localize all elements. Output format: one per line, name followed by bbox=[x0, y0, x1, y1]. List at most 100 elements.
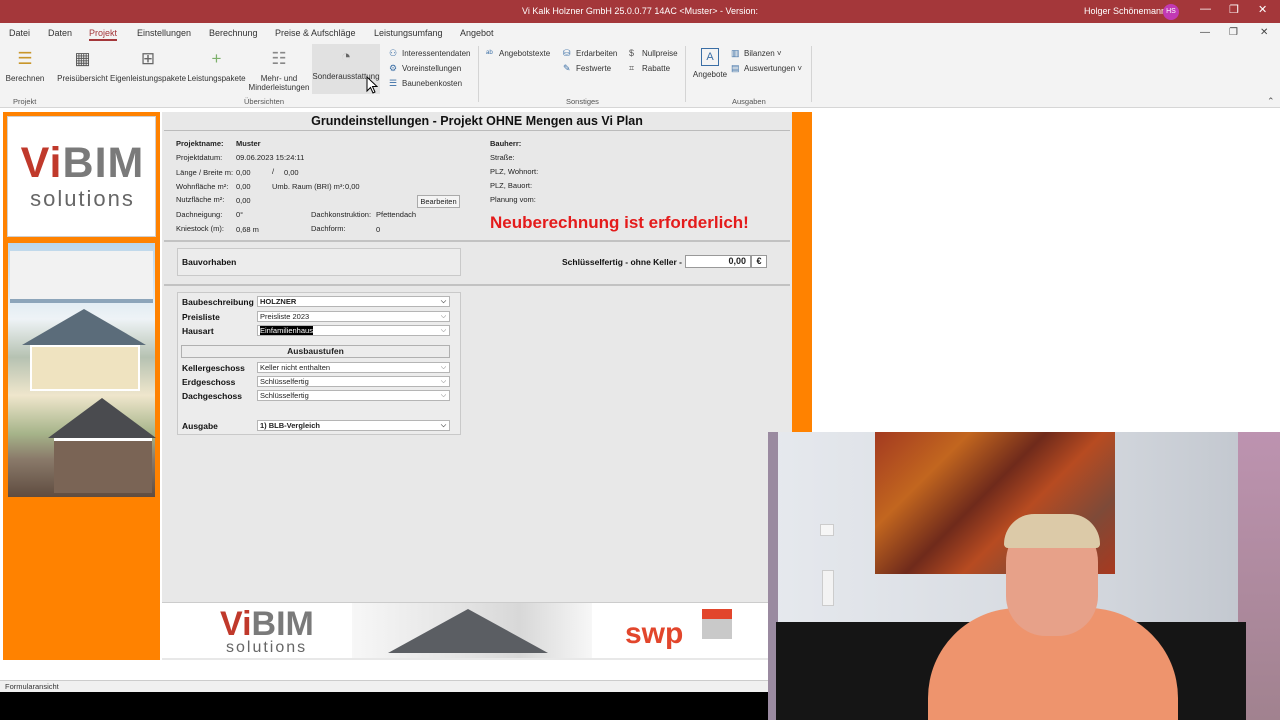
hausart-dropdown[interactable]: Einfamilienhaus ⌵ bbox=[257, 325, 450, 336]
hausart-label: Hausart bbox=[182, 326, 214, 336]
kellergeschoss-dropdown[interactable]: Keller nicht enthalten ⌵ bbox=[257, 362, 450, 373]
preisuebersicht-button[interactable]: ▦ Preisübersicht bbox=[56, 46, 109, 94]
erdgeschoss-dropdown[interactable]: Schlüsselfertig ⌵ bbox=[257, 376, 450, 387]
avatar[interactable]: HS bbox=[1163, 4, 1179, 20]
discount-icon: ⌗ bbox=[629, 63, 635, 73]
chevron-down-icon: ⌵ bbox=[440, 313, 447, 320]
auswertungen-button[interactable]: ▤ Auswertungen ˅ bbox=[731, 63, 802, 74]
wooden-house-image bbox=[54, 438, 152, 493]
group-label-ausgaben: Ausgaben bbox=[732, 97, 766, 106]
baubeschreibung-dropdown[interactable]: HOLZNER ⌵ bbox=[257, 296, 450, 307]
laenge-value: 0,00 bbox=[236, 168, 251, 177]
doc-restore-button[interactable]: ❐ bbox=[1229, 27, 1238, 38]
collapse-ribbon-icon[interactable]: ⌃ bbox=[1267, 96, 1275, 107]
menu-daten[interactable]: Daten bbox=[48, 28, 72, 38]
swp-cube-icon bbox=[702, 609, 732, 639]
window-minimize-button[interactable]: — bbox=[1200, 3, 1211, 15]
menu-leistungsumfang[interactable]: Leistungsumfang bbox=[374, 28, 443, 38]
baubeschreibung-value: HOLZNER bbox=[260, 297, 297, 306]
window-titlebar: Vi Kalk Holzner GmbH 25.0.0.77 14AC <Mus… bbox=[0, 0, 1280, 23]
houses-image bbox=[8, 243, 156, 497]
eigenleistungspakete-button[interactable]: ⊞ Eigenleistungspakete bbox=[110, 46, 186, 94]
interessentendaten-label: Interessentendaten bbox=[402, 49, 471, 58]
logo-vi: Vi bbox=[20, 139, 63, 187]
plus-icon: + bbox=[211, 49, 222, 68]
window-close-button[interactable]: ✕ bbox=[1258, 3, 1267, 16]
plz-wohnort-label: PLZ, Wohnort: bbox=[490, 167, 539, 176]
kellergeschoss-label: Kellergeschoss bbox=[182, 363, 245, 373]
leistungspakete-button[interactable]: + Leistungspakete bbox=[187, 46, 246, 94]
menu-einstellungen[interactable]: Einstellungen bbox=[137, 28, 191, 38]
interessentendaten-button[interactable]: ⚇ Interessentendaten bbox=[389, 48, 471, 59]
user-name[interactable]: Holger Schönemann bbox=[1084, 6, 1166, 16]
chevron-down-icon: ⌵ bbox=[440, 422, 447, 429]
baunebenkosten-button[interactable]: ☰ Baunebenkosten bbox=[389, 78, 462, 89]
menu-angebot[interactable]: Angebot bbox=[460, 28, 494, 38]
menu-datei[interactable]: Datei bbox=[9, 28, 30, 38]
doc-minimize-button[interactable]: — bbox=[1200, 27, 1210, 38]
angebotstexte-button[interactable]: ᵃᵇ Angebotstexte bbox=[486, 48, 550, 58]
berechnen-label: Berechnen bbox=[5, 74, 45, 83]
dachkonstruktion-label: Dachkonstruktion: bbox=[311, 210, 372, 219]
wooden-house-roof-image bbox=[48, 398, 156, 438]
chart-icon: ▥ bbox=[731, 48, 740, 58]
menu-berechnung[interactable]: Berechnung bbox=[209, 28, 258, 38]
status-view-label: Formularansicht bbox=[5, 682, 59, 691]
menu-preise[interactable]: Preise & Aufschläge bbox=[275, 28, 356, 38]
ausbaustufen-header: Ausbaustufen bbox=[181, 345, 450, 358]
bilanzen-button[interactable]: ▥ Bilanzen ˅ bbox=[731, 48, 782, 59]
baubeschreibung-label: Baubeschreibung bbox=[182, 297, 254, 307]
voreinstellungen-label: Voreinstellungen bbox=[402, 64, 462, 73]
preisliste-dropdown[interactable]: Preisliste 2023 ⌵ bbox=[257, 311, 450, 322]
rabatte-button[interactable]: ⌗ Rabatte bbox=[629, 63, 670, 74]
grid-table-icon: ⊞ bbox=[140, 49, 156, 68]
bilanzen-label: Bilanzen ˅ bbox=[744, 49, 782, 58]
projektdatum-value: 09.06.2023 15:24:11 bbox=[236, 153, 305, 162]
dachkonstruktion-value: Pfettendach bbox=[376, 210, 417, 219]
divider bbox=[164, 240, 790, 242]
menu-projekt[interactable]: Projekt bbox=[89, 28, 118, 41]
webcam-light-switch bbox=[820, 524, 834, 536]
ausgabe-dropdown[interactable]: 1) BLB-Vergleich ⌵ bbox=[257, 420, 450, 431]
erdarbeiten-button[interactable]: ⛁ Erdarbeiten bbox=[563, 48, 617, 59]
ausgabe-value: 1) BLB-Vergleich bbox=[260, 421, 321, 430]
logo-solutions: solutions bbox=[30, 186, 135, 211]
dachgeschoss-value: Schlüsselfertig bbox=[260, 391, 309, 400]
ribbon-separator bbox=[685, 46, 686, 102]
chevron-down-icon: ⌵ bbox=[440, 392, 447, 399]
nutzflaeche-value: 0,00 bbox=[236, 196, 251, 205]
window-restore-button[interactable]: ❐ bbox=[1229, 3, 1239, 16]
mouse-cursor-icon bbox=[366, 76, 378, 94]
form-title: Grundeinstellungen - Projekt OHNE Mengen… bbox=[311, 114, 643, 128]
edit-grid-icon: ✎ bbox=[563, 63, 571, 73]
erdarbeiten-label: Erdarbeiten bbox=[576, 49, 618, 58]
group-label-projekt: Projekt bbox=[13, 97, 37, 106]
planung-label: Planung vom: bbox=[490, 195, 536, 204]
dachgeschoss-dropdown[interactable]: Schlüsselfertig ⌵ bbox=[257, 390, 450, 401]
webcam-person-hair bbox=[1004, 514, 1100, 548]
strasse-label: Straße: bbox=[490, 153, 515, 162]
chevron-down-icon: ⌵ bbox=[440, 364, 447, 371]
mehr-minder-button[interactable]: ☷ Mehr- und Minderleistungen bbox=[247, 46, 311, 94]
nullpreise-button[interactable]: $ Nullpreise bbox=[629, 48, 678, 58]
eigenleistungspakete-label: Eigenleistungspakete bbox=[110, 74, 187, 83]
bearbeiten-button[interactable]: Bearbeiten bbox=[417, 195, 460, 208]
database-icon: ⛁ bbox=[563, 48, 571, 58]
slash: / bbox=[272, 167, 275, 176]
banner-bim: BIM bbox=[251, 605, 314, 643]
berechnen-button[interactable]: ☰ Berechnen bbox=[4, 46, 46, 94]
settings-icon: ⚙ bbox=[389, 63, 398, 73]
ribbon-separator bbox=[811, 46, 812, 102]
divider bbox=[164, 284, 790, 286]
festwerte-button[interactable]: ✎ Festwerte bbox=[563, 63, 611, 74]
umb-label: Umb. Raum (BRI) m³: bbox=[272, 182, 345, 191]
menu-bar: Datei Daten Projekt Einstellungen Berech… bbox=[0, 23, 1280, 43]
doc-close-button[interactable]: ✕ bbox=[1260, 27, 1268, 38]
dollar-icon: $ bbox=[629, 48, 635, 58]
rabatte-label: Rabatte bbox=[642, 64, 671, 73]
voreinstellungen-button[interactable]: ⚙ Voreinstellungen bbox=[389, 63, 461, 74]
ausgabe-label: Ausgabe bbox=[182, 421, 218, 431]
angebote-button[interactable]: A Angebote bbox=[690, 46, 730, 92]
chevron-down-icon: ⌵ bbox=[440, 298, 447, 305]
report-icon: ▤ bbox=[731, 63, 740, 73]
